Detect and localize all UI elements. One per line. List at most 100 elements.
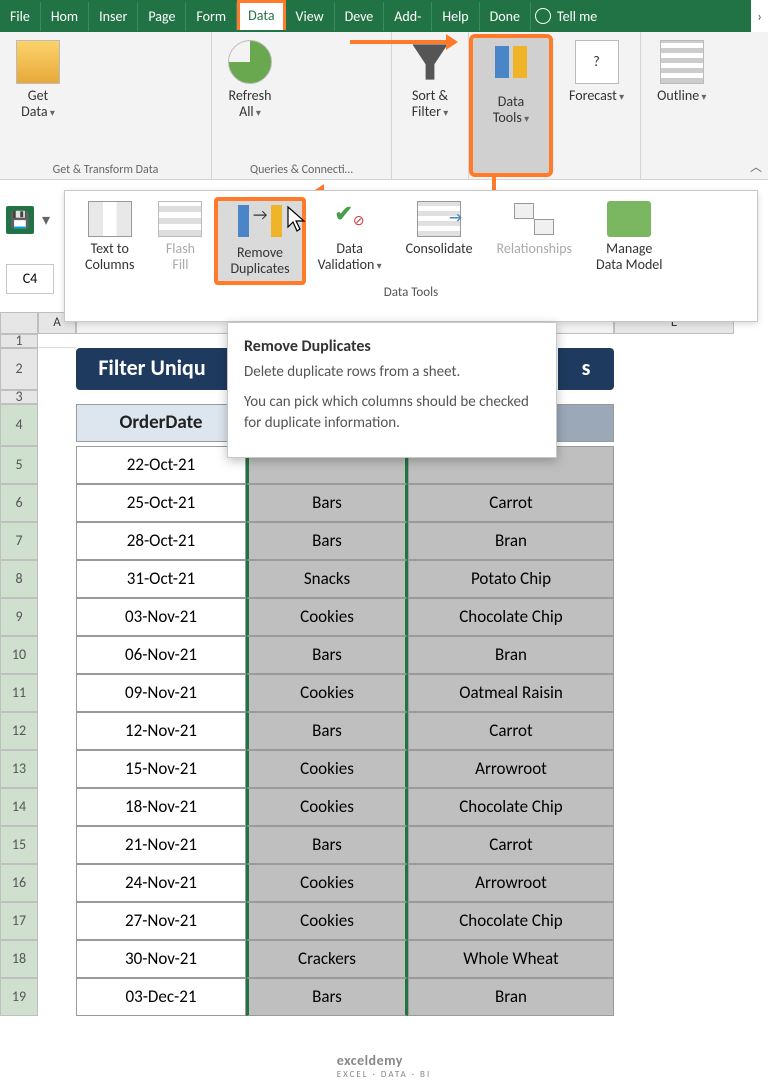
row-header[interactable]: 14 <box>0 788 38 826</box>
row-header[interactable]: 5 <box>0 446 38 484</box>
manage-data-model-button[interactable]: Manage Data Model <box>584 197 674 285</box>
save-icon[interactable]: 💾 <box>6 206 34 234</box>
cell[interactable] <box>38 560 76 598</box>
cell[interactable] <box>38 674 76 712</box>
cell-product[interactable]: Arrowroot <box>408 750 614 788</box>
cell-product[interactable]: Potato Chip <box>408 560 614 598</box>
cell[interactable] <box>38 902 76 940</box>
row-header[interactable]: 2 <box>0 348 38 390</box>
cell-orderdate[interactable]: 24-Nov-21 <box>76 864 246 902</box>
cell-product[interactable]: Bran <box>408 636 614 674</box>
cell[interactable] <box>38 404 76 446</box>
cell[interactable] <box>38 712 76 750</box>
row-header[interactable]: 16 <box>0 864 38 902</box>
consolidate-button[interactable]: Consolidate <box>394 197 485 285</box>
cell[interactable] <box>38 826 76 864</box>
cell-category[interactable]: Cookies <box>246 864 408 902</box>
properties-icon[interactable] <box>282 64 304 86</box>
cell-orderdate[interactable]: 28-Oct-21 <box>76 522 246 560</box>
cell[interactable] <box>38 940 76 978</box>
row-header[interactable]: 8 <box>0 560 38 598</box>
cell[interactable] <box>38 788 76 826</box>
cell-product[interactable]: Carrot <box>408 484 614 522</box>
cell-orderdate[interactable]: 03-Dec-21 <box>76 978 246 1016</box>
cell-category[interactable]: Cookies <box>246 902 408 940</box>
cell[interactable] <box>38 978 76 1016</box>
forecast-button[interactable]: ? Forecast <box>559 36 634 108</box>
cell-category[interactable]: Bars <box>246 712 408 750</box>
cell-category[interactable]: Bars <box>246 522 408 560</box>
cell[interactable] <box>38 750 76 788</box>
cell[interactable] <box>38 598 76 636</box>
row-header[interactable]: 3 <box>0 390 38 404</box>
tab-formulas[interactable]: Form <box>186 2 237 31</box>
cell-orderdate[interactable]: 22-Oct-21 <box>76 446 246 484</box>
tab-view[interactable]: View <box>286 2 335 31</box>
data-validation-button[interactable]: Data Validation <box>306 197 394 285</box>
from-text-icon[interactable] <box>76 40 98 62</box>
row-header[interactable]: 9 <box>0 598 38 636</box>
cell-orderdate[interactable]: 03-Nov-21 <box>76 598 246 636</box>
tab-file[interactable]: File <box>0 2 41 31</box>
select-all-corner[interactable] <box>0 312 38 334</box>
row-header[interactable]: 18 <box>0 940 38 978</box>
cell[interactable] <box>38 636 76 674</box>
tab-developer[interactable]: Deve <box>335 2 385 31</box>
collapse-ribbon-icon[interactable]: ︿ <box>750 158 762 175</box>
data-tools-button[interactable]: Data Tools <box>479 42 543 130</box>
cell-orderdate[interactable]: 27-Nov-21 <box>76 902 246 940</box>
cell-product[interactable]: Bran <box>408 522 614 560</box>
cell[interactable] <box>38 348 76 390</box>
cell[interactable] <box>38 390 76 404</box>
tab-data[interactable]: Data <box>237 0 285 30</box>
edit-links-icon[interactable] <box>282 88 304 110</box>
cell[interactable] <box>38 522 76 560</box>
cell-product[interactable]: Arrowroot <box>408 864 614 902</box>
queries-icon[interactable] <box>282 40 304 62</box>
cell[interactable] <box>38 864 76 902</box>
cell-category[interactable]: Crackers <box>246 940 408 978</box>
cell-category[interactable]: Snacks <box>246 560 408 598</box>
cell-product[interactable]: Carrot <box>408 826 614 864</box>
cell[interactable] <box>38 334 76 348</box>
tab-addins[interactable]: Add- <box>384 2 432 31</box>
cell-orderdate[interactable]: 21-Nov-21 <box>76 826 246 864</box>
name-box[interactable]: C4 <box>6 264 54 294</box>
from-table-icon[interactable] <box>76 88 98 110</box>
cell-product[interactable]: Chocolate Chip <box>408 902 614 940</box>
cell-product[interactable]: Chocolate Chip <box>408 598 614 636</box>
tab-page[interactable]: Page <box>138 2 186 31</box>
cell-orderdate[interactable]: 06-Nov-21 <box>76 636 246 674</box>
row-header[interactable]: 17 <box>0 902 38 940</box>
row-header[interactable]: 6 <box>0 484 38 522</box>
cell-product[interactable]: Carrot <box>408 712 614 750</box>
tab-home[interactable]: Hom <box>41 2 89 31</box>
cell-category[interactable]: Cookies <box>246 750 408 788</box>
cell-category[interactable]: Cookies <box>246 788 408 826</box>
cell-category[interactable]: Bars <box>246 826 408 864</box>
row-header[interactable]: 1 <box>0 334 38 348</box>
cell-product[interactable]: Whole Wheat <box>408 940 614 978</box>
cell-orderdate[interactable]: 30-Nov-21 <box>76 940 246 978</box>
existing-conn-icon[interactable] <box>104 64 126 86</box>
cell-category[interactable]: Bars <box>246 484 408 522</box>
from-web-icon[interactable] <box>76 64 98 86</box>
cell-orderdate[interactable]: 09-Nov-21 <box>76 674 246 712</box>
cell-category[interactable]: Bars <box>246 978 408 1016</box>
row-header[interactable]: 10 <box>0 636 38 674</box>
row-header[interactable]: 19 <box>0 978 38 1016</box>
row-header[interactable]: 4 <box>0 404 38 446</box>
recent-sources-icon[interactable] <box>104 40 126 62</box>
cell-orderdate[interactable]: 12-Nov-21 <box>76 712 246 750</box>
cell[interactable] <box>38 484 76 522</box>
cell-category[interactable]: Cookies <box>246 598 408 636</box>
remove-duplicates-button[interactable]: → Remove Duplicates <box>214 197 305 285</box>
row-header[interactable]: 7 <box>0 522 38 560</box>
row-header[interactable]: 12 <box>0 712 38 750</box>
cell-orderdate[interactable]: 18-Nov-21 <box>76 788 246 826</box>
cell-product[interactable]: Oatmeal Raisin <box>408 674 614 712</box>
cell-orderdate[interactable]: 25-Oct-21 <box>76 484 246 522</box>
cell-orderdate[interactable]: 31-Oct-21 <box>76 560 246 598</box>
row-header[interactable]: 11 <box>0 674 38 712</box>
cell-product[interactable]: Bran <box>408 978 614 1016</box>
